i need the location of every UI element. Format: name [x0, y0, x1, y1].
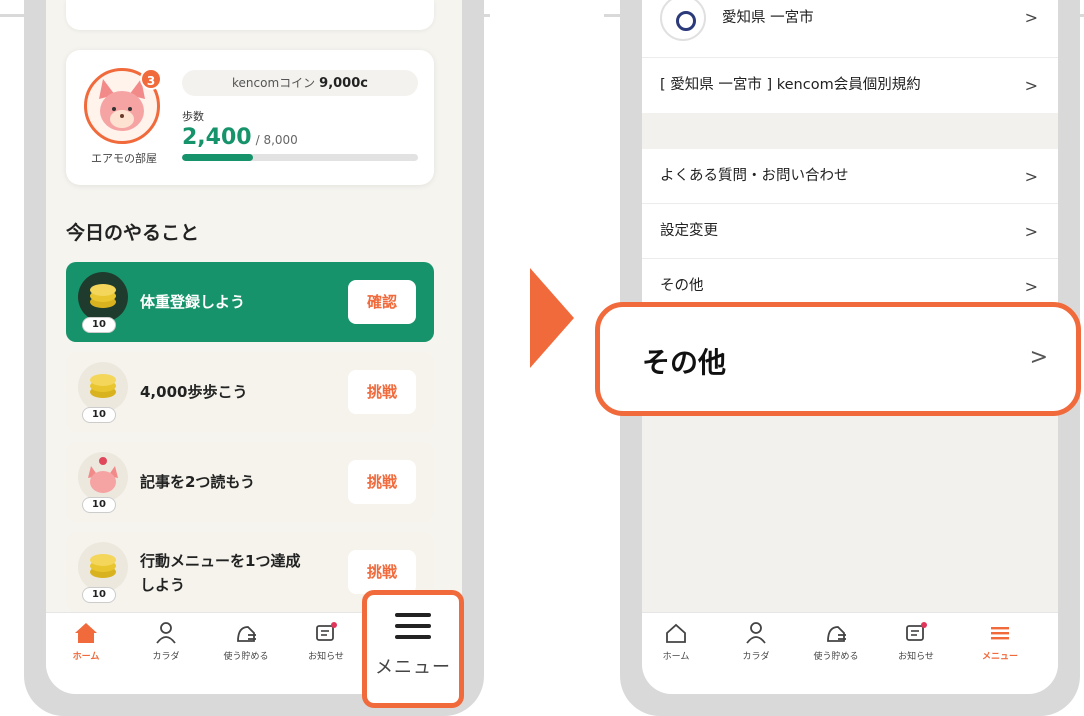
points-badge: 10 — [82, 407, 116, 423]
message-icon — [906, 622, 927, 641]
city-emblem-icon — [660, 0, 706, 41]
other-label: その他 — [642, 346, 727, 379]
points-badge: 10 — [82, 497, 116, 513]
coin-stack-icon — [78, 542, 128, 592]
other-item-highlight[interactable]: その他 > — [595, 302, 1081, 416]
tab-use-save[interactable]: 使う貯める — [206, 619, 286, 662]
tab-news[interactable]: お知らせ — [876, 619, 956, 662]
tab-label: お知らせ — [308, 652, 344, 662]
hamburger-menu-icon — [991, 627, 1009, 640]
tab-use-save[interactable]: 使う貯める — [796, 619, 876, 662]
task-item[interactable]: 10 記事を2つ読もう 挑戦 — [66, 442, 434, 522]
steps-counter: 2,400/ 8,000 — [182, 125, 298, 150]
menu-item-org[interactable]: 愛知県 一宮市 > — [642, 0, 1058, 58]
notification-badge: 3 — [140, 68, 162, 90]
steps-value: 2,400 — [182, 125, 252, 150]
steps-progress-fill — [182, 154, 253, 161]
challenge-button[interactable]: 挑戦 — [348, 550, 416, 594]
section-title: 今日のやること — [66, 222, 200, 244]
menu-item-faq[interactable]: よくある質問・お問い合わせ > — [642, 149, 1058, 204]
org-name: 愛知県 一宮市 — [722, 10, 814, 26]
coin-label: kencomコイン — [232, 76, 316, 90]
coin-balance: kencomコイン 9,000c — [182, 70, 418, 96]
coin-stack-icon — [78, 362, 128, 412]
menu-group-support: よくある質問・お問い合わせ > 設定変更 > その他 > — [642, 149, 1058, 314]
tab-label: 使う貯める — [223, 652, 269, 662]
task-label: 4,000歩歩こう — [140, 383, 248, 401]
home-icon — [666, 623, 686, 643]
task-label: 記事を2つ読もう — [140, 473, 255, 491]
menu-item-label: 設定変更 — [660, 223, 718, 239]
task-item[interactable]: 10 4,000歩歩こう 挑戦 — [66, 352, 434, 432]
task-label-line1: 行動メニューを1つ達成 — [140, 552, 301, 570]
transition-arrow-icon — [530, 268, 574, 368]
menu-group-org: 愛知県 一宮市 > [ 愛知県 一宮市 ] kencom会員個別規約 > — [642, 0, 1058, 113]
menu-item-label: [ 愛知県 一宮市 ] kencom会員個別規約 — [660, 77, 921, 93]
tab-news[interactable]: お知らせ — [286, 619, 366, 662]
steps-label: 歩数 — [182, 110, 204, 123]
tab-menu[interactable]: メニュー — [960, 619, 1040, 662]
tab-label: ホーム — [662, 652, 690, 662]
status-card[interactable]: 3 エアモの部屋 kencomコイン 9,000c 歩数 2,400/ 8,000 — [66, 50, 434, 185]
chevron-right-icon: > — [1029, 345, 1048, 370]
chevron-right-icon: > — [1024, 8, 1038, 27]
coin-stack-icon — [78, 272, 128, 322]
tab-home[interactable]: ホーム — [46, 619, 126, 662]
steps-progress-bar — [182, 154, 418, 161]
task-label: 体重登録しよう — [140, 293, 246, 311]
tab-body[interactable]: カラダ — [126, 619, 206, 662]
challenge-button[interactable]: 挑戦 — [348, 370, 416, 414]
tab-label: 使う貯める — [813, 652, 859, 662]
points-badge: 10 — [82, 587, 116, 603]
fox-heart-icon — [78, 452, 128, 502]
tab-body[interactable]: カラダ — [716, 619, 796, 662]
tab-home[interactable]: ホーム — [642, 619, 716, 662]
coin-value: 9,000c — [319, 76, 368, 91]
tab-bar: ホーム カラダ 使う貯める お知らせ メニュー — [642, 612, 1058, 694]
steps-goal: / 8,000 — [255, 133, 298, 147]
chevron-right-icon: > — [1024, 222, 1038, 241]
menu-item-label: その他 — [660, 278, 704, 294]
tab-label: お知らせ — [898, 652, 934, 662]
menu-item-terms[interactable]: [ 愛知県 一宮市 ] kencom会員個別規約 > — [642, 58, 1058, 113]
challenge-button[interactable]: 挑戦 — [348, 460, 416, 504]
tab-label: ホーム — [72, 652, 100, 662]
tab-label: カラダ — [152, 652, 180, 662]
home-icon — [75, 623, 97, 643]
confirm-button[interactable]: 確認 — [348, 280, 416, 324]
tab-label: カラダ — [742, 652, 770, 662]
coins-icon — [237, 626, 256, 642]
chevron-right-icon: > — [1024, 167, 1038, 186]
task-item[interactable]: 10 体重登録しよう 確認 — [66, 262, 434, 342]
menu-item-settings[interactable]: 設定変更 > — [642, 204, 1058, 259]
chevron-right-icon: > — [1024, 76, 1038, 95]
message-icon — [316, 622, 337, 641]
card-stub — [66, 0, 434, 30]
menu-tab-highlight[interactable]: メニュー — [362, 590, 464, 708]
task-label-line2: しよう — [140, 576, 186, 594]
points-badge: 10 — [82, 317, 116, 333]
coins-icon — [827, 626, 846, 642]
person-icon — [746, 622, 766, 644]
tab-label: メニュー — [981, 652, 1018, 662]
person-icon — [156, 622, 176, 644]
hamburger-menu-icon — [395, 613, 431, 639]
avatar-label: エアモの部屋 — [91, 152, 157, 165]
menu-item-label: よくある質問・お問い合わせ — [660, 168, 849, 184]
menu-label: メニュー — [375, 657, 451, 678]
